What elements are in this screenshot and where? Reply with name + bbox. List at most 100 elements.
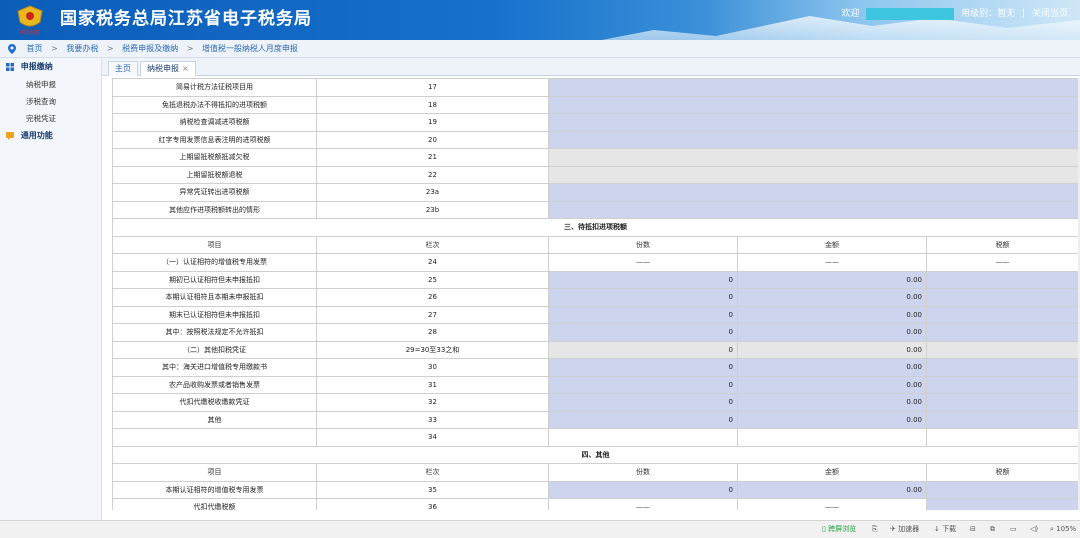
sidebar-group-common[interactable]: 通用功能	[0, 127, 101, 145]
breadcrumb-vat-monthly[interactable]: 增值税一般纳税人月度申报	[202, 44, 298, 53]
row-value-cell	[548, 78, 1078, 97]
tax-cell[interactable]	[926, 393, 1078, 412]
count-cell: ——	[548, 498, 738, 510]
header-user-area: 欢迎 用级别：暂无 | 关闭当页	[837, 6, 1068, 20]
row-line-number: 36	[316, 498, 549, 510]
close-page-link[interactable]: 关闭当页	[1032, 9, 1068, 19]
tax-cell	[926, 498, 1078, 510]
masked-username	[866, 7, 955, 20]
tax-cell[interactable]	[926, 410, 1078, 429]
sidebar-group-declare[interactable]: 申报缴纳	[0, 58, 101, 76]
amount-cell[interactable]: 0.00	[737, 480, 927, 499]
tax-cell[interactable]	[926, 288, 1078, 307]
cross-screen-browse[interactable]: ▯ 跨屏浏览	[822, 521, 856, 538]
sidebar-item-tax-certificate[interactable]: 完税凭证	[0, 110, 101, 127]
table-row: 红字专用发票信息表注明的进项税额 20	[112, 130, 1078, 149]
table-row: 简易计税方法征税项目用 17	[112, 78, 1078, 97]
tax-cell	[926, 340, 1078, 359]
download-button[interactable]: ↓ 下载	[934, 521, 956, 538]
breadcrumb: 首页 > 我要办税 > 税费申报及缴纳 > 增值税一般纳税人月度申报	[0, 40, 1080, 58]
row-line-number: 34	[316, 428, 549, 447]
row-line-number: 27	[316, 305, 549, 324]
sidebar-item-tax-query[interactable]: 涉税查询	[0, 93, 101, 110]
count-cell[interactable]: 0	[548, 375, 738, 394]
table-row: 上期留抵税额退税 22	[112, 165, 1078, 184]
amount-cell[interactable]: 0.00	[737, 305, 927, 324]
count-cell[interactable]: 0	[548, 410, 738, 429]
table-row: 纳税检查调减进项税额 19	[112, 113, 1078, 132]
column-header: 项目	[112, 463, 317, 482]
row-item-label: （一）认证相符的增值税专用发票	[112, 253, 317, 272]
sound-icon[interactable]: ◁)	[1030, 521, 1038, 538]
breadcrumb-declare-pay[interactable]: 税费申报及缴纳	[122, 44, 178, 53]
tax-cell[interactable]	[926, 480, 1078, 499]
amount-cell: ——	[737, 498, 927, 510]
tab-tax-declaration[interactable]: 纳税申报 ×	[140, 61, 196, 76]
table-row: 代扣代缴税额 36 —— ——	[112, 498, 1078, 510]
tax-cell[interactable]	[926, 375, 1078, 394]
app-header: 中国税务 国家税务总局江苏省电子税务局 欢迎 用级别：暂无 | 关闭当页	[0, 0, 1080, 40]
tax-emblem-icon: 中国税务	[17, 5, 43, 36]
column-header: 栏次	[316, 235, 549, 254]
table-row: 本期认证相符且本期未申报抵扣 26 0 0.00	[112, 288, 1078, 307]
row-item-label: 期初已认证相符但未申报抵扣	[112, 270, 317, 289]
breadcrumb-home[interactable]: 首页	[27, 44, 43, 53]
count-cell: ——	[548, 253, 738, 272]
table-header-row: 项目 栏次 份数 金额 税额	[112, 235, 1078, 254]
table-row: 其他应作进项税额转出的情形 23b	[112, 200, 1078, 219]
tab-home[interactable]: 主页	[108, 61, 138, 76]
table-row: （二）其他扣税凭证 29=30至33之和 0 0.00	[112, 340, 1078, 359]
table-row: 本期认证相符的增值税专用发票 35 0 0.00	[112, 480, 1078, 499]
count-cell[interactable]: 0	[548, 393, 738, 412]
amount-cell: 0.00	[737, 340, 927, 359]
row-item-label: 纳税检查调减进项税额	[112, 113, 317, 132]
tax-cell[interactable]	[926, 270, 1078, 289]
grid-icon	[6, 62, 14, 71]
amount-cell[interactable]: 0.00	[737, 323, 927, 342]
declaration-form: 简易计税方法征税项目用 17 免抵退税办法不得抵扣的进项税额 18 纳税检查调减…	[112, 78, 1078, 510]
welcome-label: 欢迎	[841, 9, 860, 19]
sidebar-item-tax-declaration[interactable]: 纳税申报	[0, 76, 101, 93]
logo-text: 中国税务	[20, 29, 40, 36]
table-row: 农产品收购发票或者销售发票 31 0 0.00	[112, 375, 1078, 394]
amount-cell[interactable]: 0.00	[737, 270, 927, 289]
close-tab-icon[interactable]: ×	[182, 64, 189, 73]
row-item-label: （二）其他扣税凭证	[112, 340, 317, 359]
table-row: 其他 33 0 0.00	[112, 410, 1078, 429]
row-line-number: 35	[316, 480, 549, 499]
breadcrumb-tax-office[interactable]: 我要办税	[66, 44, 98, 53]
row-value-cell	[548, 113, 1078, 132]
screenshot-icon[interactable]: ⎘	[872, 521, 878, 538]
window-icon[interactable]: ⧉	[990, 521, 995, 538]
section-title: 四、其他	[112, 445, 1078, 464]
count-cell[interactable]: 0	[548, 323, 738, 342]
tax-cell[interactable]	[926, 305, 1078, 324]
section-title: 三、待抵扣进项税额	[112, 218, 1078, 237]
count-cell[interactable]: 0	[548, 270, 738, 289]
count-cell[interactable]: 0	[548, 305, 738, 324]
count-cell[interactable]: 0	[548, 358, 738, 377]
amount-cell[interactable]: 0.00	[737, 375, 927, 394]
table-row: 期末已认证相符但未申报抵扣 27 0 0.00	[112, 305, 1078, 324]
row-value-cell	[548, 95, 1078, 114]
count-cell[interactable]: 0	[548, 288, 738, 307]
row-item-label: 上期留抵税额退税	[112, 165, 317, 184]
table-row: 上期留抵税额抵减欠税 21	[112, 148, 1078, 167]
tax-cell[interactable]	[926, 323, 1078, 342]
accelerator-button[interactable]: ✈ 加速器	[890, 521, 919, 538]
amount-cell[interactable]: 0.00	[737, 288, 927, 307]
row-line-number: 22	[316, 165, 549, 184]
row-item-label: 其中：按照税法规定不允许抵扣	[112, 323, 317, 342]
amount-cell[interactable]: 0.00	[737, 358, 927, 377]
row-line-number: 30	[316, 358, 549, 377]
amount-cell[interactable]: 0.00	[737, 393, 927, 412]
print-icon[interactable]: ⊟	[970, 521, 976, 538]
location-pin-icon	[8, 43, 16, 54]
row-item-label: 红字专用发票信息表注明的进项税额	[112, 130, 317, 149]
count-cell[interactable]: 0	[548, 480, 738, 499]
amount-cell[interactable]: 0.00	[737, 410, 927, 429]
tax-cell[interactable]	[926, 358, 1078, 377]
row-line-number: 29=30至33之和	[316, 340, 549, 359]
zoom-level[interactable]: ⌕ 105%	[1050, 521, 1076, 538]
copy-icon[interactable]: ▭	[1010, 521, 1017, 538]
